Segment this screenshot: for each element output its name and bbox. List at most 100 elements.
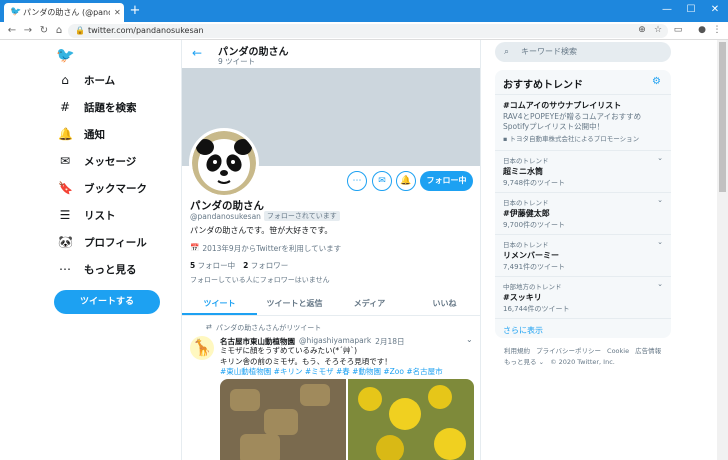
cast-icon[interactable]: ▭ (672, 24, 684, 37)
trends-panel: おすすめトレンド ⚙ #コムアイのサウナプレイリスト RAV4とPOPEYEが贈… (495, 70, 671, 338)
header-tweet-count: 9 ツイート (218, 57, 256, 66)
retweet-note[interactable]: パンダの助さんさんがリツイート (216, 323, 321, 333)
url-bar[interactable]: 🔒 twitter.com/pandanosukesan (68, 24, 668, 38)
url-text: twitter.com/pandanosukesan (88, 26, 204, 35)
tweet-author-avatar[interactable]: 🦒 (190, 336, 214, 360)
hashtag-icon: # (59, 100, 71, 114)
promo-name: #コムアイのサウナプレイリスト (503, 101, 622, 110)
new-tab-button[interactable]: + (128, 4, 142, 18)
trend-item[interactable]: ⌄ 日本のトレンド リメンバーミー 7,491件のツイート (495, 234, 671, 276)
tweet-hashtags[interactable]: #東山動植物園 #キリン #ミモザ #春 #動物園 #Zoo #名古屋市 (220, 366, 443, 377)
notify-bell-icon[interactable]: 🔔 (396, 171, 416, 191)
maximize-button[interactable]: ☐ (680, 2, 702, 18)
nav-label: ホーム (84, 74, 116, 87)
star-icon[interactable]: ☆ (652, 24, 664, 37)
chevron-down-icon[interactable]: ⌄ (657, 280, 663, 288)
scrollbar-thumb[interactable] (719, 42, 726, 192)
search-input[interactable]: ⌕ キーワード検索 (495, 42, 671, 62)
more-options-icon[interactable]: ⋯ (347, 171, 367, 191)
twitter-favicon-icon: 🐦 (10, 7, 22, 17)
twitter-logo-icon[interactable]: 🐦 (56, 46, 76, 64)
more-icon: ⋯ (59, 262, 71, 276)
footer-privacy[interactable]: プライバシーポリシー (536, 347, 601, 355)
message-icon[interactable]: ✉ (372, 171, 392, 191)
trend-item[interactable]: ⌄ 中部地方のトレンド #スッキリ 16,744件のツイート (495, 276, 671, 318)
footer-copyright: © 2020 Twitter, Inc. (550, 358, 615, 366)
chevron-down-icon[interactable]: ⌄ (657, 196, 663, 204)
forward-icon[interactable]: → (22, 24, 34, 37)
trend-promo[interactable]: #コムアイのサウナプレイリスト RAV4とPOPEYEが贈るコムアイおすすめSp… (495, 94, 671, 150)
nav-label: メッセージ (84, 155, 137, 168)
nav-label: もっと見る (84, 263, 137, 276)
footer-terms[interactable]: 利用規約 (504, 347, 530, 355)
search-placeholder: キーワード検索 (521, 47, 577, 56)
trend-item[interactable]: ⌄ 日本のトレンド 超ミニ水筒 9,748件のツイート (495, 150, 671, 192)
back-icon[interactable]: ← (6, 24, 18, 37)
follows-you-badge: フォローされています (263, 211, 340, 221)
joined-row: 📅 2013年9月からTwitterを利用しています (190, 243, 341, 254)
profile-tabs: ツイート ツイートと返信 メディア いいね (182, 292, 480, 316)
joined-date: 2013年9月からTwitterを利用しています (202, 244, 342, 253)
follower-note: フォローしている人にフォロワーはいません (190, 276, 330, 284)
search-icon: ⌕ (504, 47, 510, 57)
back-arrow-icon[interactable]: ← (192, 46, 202, 60)
profile-bio: パンダの助さんです。笹が大好きです。 (190, 226, 333, 235)
promo-desc: RAV4とPOPEYEが贈るコムアイおすすめSpotifyプレイリスト公開中！ (503, 112, 642, 131)
tab-media[interactable]: メディア (332, 292, 407, 315)
gear-icon[interactable]: ⚙ (652, 76, 661, 87)
profile-handle-row: @pandanosukesan フォローされています (190, 211, 340, 221)
tab-likes[interactable]: いいね (407, 292, 480, 315)
nav-item-bookmarks[interactable]: 🔖 ブックマーク (58, 178, 147, 198)
tab-close-icon[interactable]: ✕ (114, 8, 124, 17)
menu-icon[interactable]: ⋮ (711, 24, 723, 37)
profile-avatar[interactable] (189, 128, 259, 198)
nav-item-more[interactable]: ⋯ もっと見る (58, 259, 137, 279)
bell-icon: 🔔 (58, 127, 73, 141)
tweet-text: ミモザに顔をうずめているみたい(*´艸`) キリン舎の前のミモザ。もう、そろそろ… (220, 346, 392, 366)
close-window-button[interactable]: ✕ (704, 2, 726, 18)
tweet-button[interactable]: ツイートする (54, 290, 160, 314)
footer-links: 利用規約 プライバシーポリシー Cookie 広告情報 もっと見る ⌄ © 20… (504, 346, 674, 368)
nav-item-profile[interactable]: 🐼 プロフィール (58, 232, 147, 252)
reload-icon[interactable]: ↻ (38, 24, 50, 37)
following-stat[interactable]: 5 フォロー中 (190, 260, 235, 271)
home-browser-icon[interactable]: ⌂ (53, 24, 65, 37)
promo-by: ▪ トヨタ自動車株式会社によるプロモーション (503, 135, 640, 143)
tweet-media[interactable] (220, 379, 474, 460)
nav-label: ブックマーク (84, 182, 147, 195)
nav-label: 話題を検索 (84, 101, 137, 114)
panda-avatar-image (192, 131, 256, 195)
tab-tweets[interactable]: ツイート (182, 292, 257, 315)
nav-item-messages[interactable]: ✉ メッセージ (58, 151, 136, 171)
home-icon: ⌂ (61, 73, 69, 87)
show-more-link[interactable]: さらに表示 (495, 318, 671, 338)
chevron-down-icon[interactable]: ⌄ (657, 154, 663, 162)
trend-item[interactable]: ⌄ 日本のトレンド #伊藤健太郎 9,700件のツイート (495, 192, 671, 234)
giraffe-mimosa-photo (220, 379, 474, 460)
extension-icon[interactable]: ⊕ (636, 24, 648, 37)
mail-icon: ✉ (59, 154, 71, 168)
promoted-icon: ▪ (503, 135, 508, 143)
nav-item-home[interactable]: ⌂ ホーム (58, 70, 115, 90)
nav-item-lists[interactable]: ☰ リスト (58, 205, 116, 225)
minimize-button[interactable]: — (656, 2, 678, 18)
nav-item-explore[interactable]: # 話題を検索 (58, 97, 137, 117)
browser-tab[interactable]: 🐦 パンダの助さん (@pandanosuke ✕ (4, 3, 124, 22)
chevron-down-icon[interactable]: ⌄ (657, 238, 663, 246)
tab-title: パンダの助さん (@pandanosuke (23, 8, 110, 17)
footer-more[interactable]: もっと見る ⌄ (504, 358, 544, 366)
account-icon[interactable]: ● (696, 24, 708, 37)
profile-column: ← パンダの助さん 9 ツイート ⋯ ✉ 🔔 フォロー中 パンダの助さん @pa… (181, 40, 481, 460)
calendar-icon: 📅 (190, 243, 200, 252)
trends-title: おすすめトレンド (503, 80, 583, 91)
chevron-down-icon[interactable]: ⌄ (466, 335, 473, 344)
retweet-note-row: ⇄ パンダの助さんさんがリツイート (206, 323, 321, 333)
footer-cookie[interactable]: Cookie (607, 347, 629, 355)
footer-ads[interactable]: 広告情報 (635, 347, 661, 355)
followers-stat[interactable]: 2 フォロワー (243, 260, 288, 271)
following-button[interactable]: フォロー中 (420, 171, 473, 191)
nav-item-notifications[interactable]: 🔔 通知 (58, 124, 105, 144)
nav-label: 通知 (84, 128, 105, 141)
tab-tweets-replies[interactable]: ツイートと返信 (257, 292, 332, 315)
retweet-icon: ⇄ (206, 323, 212, 331)
